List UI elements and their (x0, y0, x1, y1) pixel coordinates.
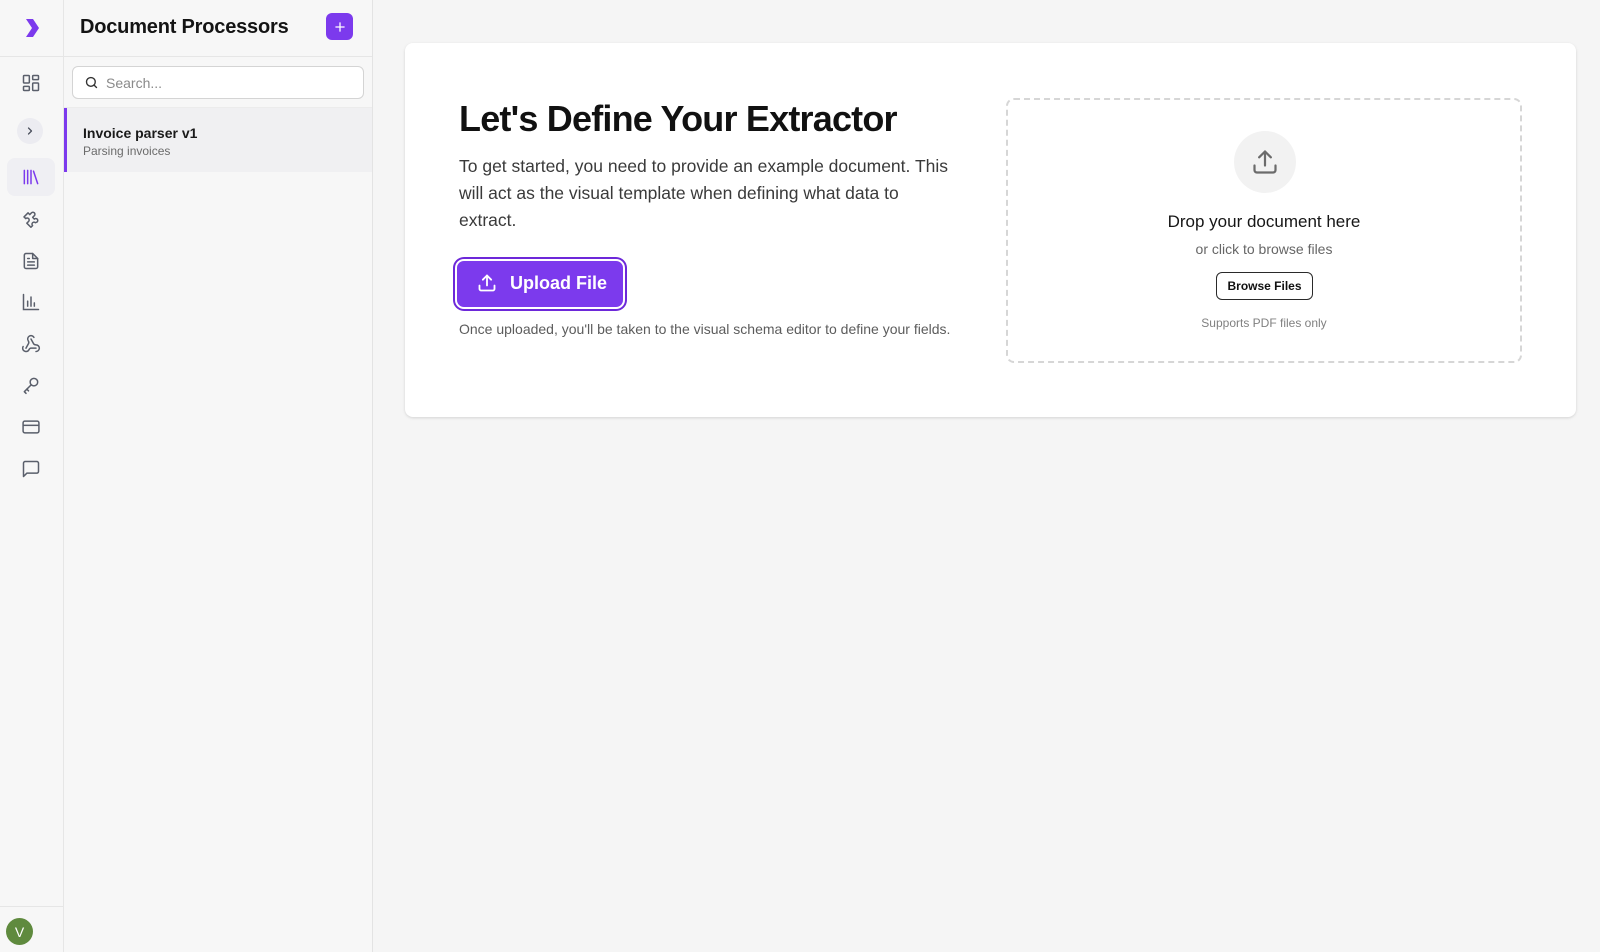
rail-item-documents[interactable] (7, 242, 55, 280)
search-icon (85, 76, 98, 89)
processor-description: Parsing invoices (83, 144, 171, 158)
icon-rail: V (0, 0, 64, 952)
library-icon (23, 169, 39, 185)
rail-item-integrations[interactable] (7, 200, 55, 238)
rail-item-analytics[interactable] (7, 283, 55, 321)
credit-card-icon (22, 420, 40, 434)
page-title: Let's Define Your Extractor (459, 98, 898, 139)
webhook-icon (21, 334, 40, 353)
rail-item-webhooks[interactable] (7, 325, 55, 363)
upload-note: Once uploaded, you'll be taken to the vi… (459, 321, 951, 337)
document-icon (23, 252, 39, 270)
dropzone-subtitle: or click to browse files (1195, 241, 1333, 257)
panel-header: Document Processors (64, 0, 372, 57)
file-dropzone[interactable]: Drop your document here or click to brow… (1006, 98, 1522, 363)
bar-chart-icon (22, 293, 40, 311)
key-icon (23, 377, 39, 395)
expand-rail-button[interactable] (17, 118, 43, 144)
browse-files-button[interactable]: Browse Files (1216, 272, 1313, 300)
processors-panel: Document Processors Invoice parser v1 Pa… (64, 0, 373, 952)
rail-item-feedback[interactable] (7, 450, 55, 488)
search-box (72, 66, 364, 99)
dashboard-grid-icon (22, 74, 40, 92)
processor-name: Invoice parser v1 (83, 125, 198, 141)
upload-file-label: Upload File (510, 273, 608, 293)
rail-item-billing[interactable] (7, 408, 55, 446)
panel-title: Document Processors (80, 16, 289, 38)
upload-icon (478, 274, 496, 292)
upload-icon (1253, 150, 1277, 174)
user-avatar[interactable]: V (6, 918, 33, 945)
search-input[interactable] (106, 71, 356, 94)
rail-item-api-keys[interactable] (7, 366, 55, 404)
rail-footer: V (0, 906, 64, 952)
processor-list-item[interactable]: Invoice parser v1 Parsing invoices (64, 108, 372, 172)
chevron-logo-icon (26, 19, 39, 37)
add-processor-button[interactable] (326, 13, 353, 40)
upload-file-button[interactable]: Upload File (457, 261, 623, 307)
app-logo[interactable] (0, 0, 64, 57)
dropzone-icon-circle (1234, 131, 1296, 193)
chevron-right-icon (27, 127, 33, 135)
rail-item-dashboard[interactable] (7, 64, 55, 102)
intro-text: To get started, you need to provide an e… (459, 156, 949, 230)
message-icon (22, 460, 40, 478)
supported-formats-hint: Supports PDF files only (1201, 316, 1327, 330)
puzzle-icon (23, 211, 39, 228)
define-extractor-card: Let's Define Your Extractor To get start… (405, 43, 1576, 417)
plus-icon (334, 21, 345, 32)
rail-item-library[interactable] (7, 158, 55, 196)
dropzone-title: Drop your document here (1167, 212, 1361, 231)
